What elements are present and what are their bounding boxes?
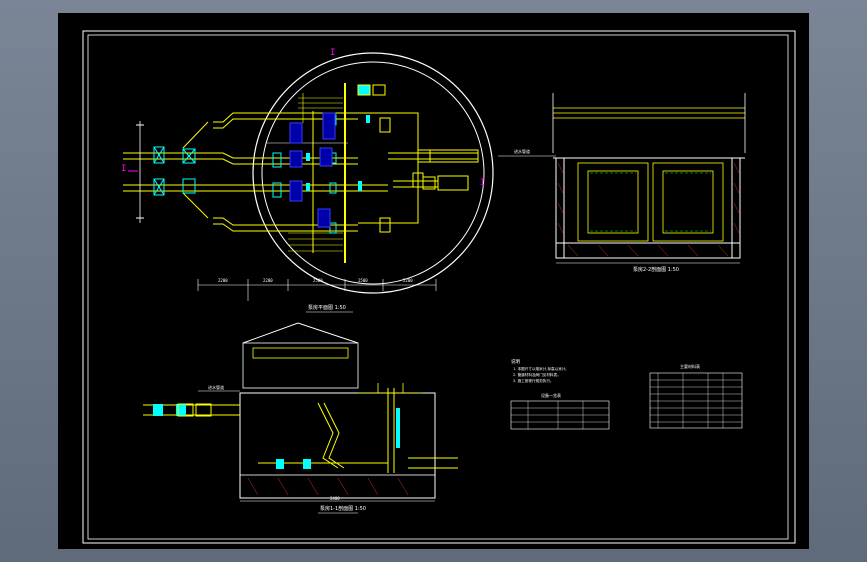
section-a-dim: 2400 xyxy=(330,496,340,501)
material-table: 主要材料表 xyxy=(649,363,743,429)
notes-block: 说明 1. 本图尺寸以毫米计,标高以米计。 2. 管道材料及阀门见材料表。 3.… xyxy=(511,358,569,383)
svg-text:I: I xyxy=(121,164,126,174)
svg-text:2200: 2200 xyxy=(403,278,413,283)
equipment-table-title: 设备一览表 xyxy=(541,392,561,398)
notes-heading: 说明 xyxy=(511,358,520,365)
cad-viewport[interactable]: I I I 2200 2200 2500 2500 2200 泵房平面图 1:50 xyxy=(58,13,809,549)
svg-text:2200: 2200 xyxy=(218,278,228,283)
material-table-title: 主要材料表 xyxy=(680,363,700,369)
cad-drawing: I I I 2200 2200 2500 2500 2200 泵房平面图 1:50 xyxy=(82,30,796,544)
section-2-view: 进水管道 泵房2-2剖面图 1:50 xyxy=(498,93,746,273)
svg-text:2500: 2500 xyxy=(358,278,368,283)
section-a-title: 泵房1-1剖面图 1:50 xyxy=(320,505,366,512)
svg-text:I: I xyxy=(330,48,335,58)
plan-view: I I I 2200 2200 2500 2500 2200 泵房平面图 1:50 xyxy=(121,48,494,313)
plan-title: 泵房平面图 1:50 xyxy=(308,304,346,311)
equipment-table: 设备一览表 xyxy=(510,392,610,430)
svg-text:2200: 2200 xyxy=(263,278,273,283)
notes-line-2: 2. 管道材料及阀门见材料表。 xyxy=(513,372,561,377)
stairs-bottom xyxy=(288,232,343,252)
inlet-valves xyxy=(153,114,337,234)
section-b-left-label: 进水管道 xyxy=(514,148,530,154)
svg-text:I: I xyxy=(480,178,485,188)
svg-text:2500: 2500 xyxy=(313,278,323,283)
section-a-left-label: 进水管道 xyxy=(208,384,224,390)
inner-frame xyxy=(87,34,789,540)
section-1-view: 进水管道 2400 泵房1-1剖面图 1:50 xyxy=(143,322,458,514)
section-b-title: 泵房2-2剖面图 1:50 xyxy=(633,266,679,273)
notes-line-1: 1. 本图尺寸以毫米计,标高以米计。 xyxy=(513,366,569,371)
notes-line-3: 3. 施工按现行规范执行。 xyxy=(513,378,554,383)
